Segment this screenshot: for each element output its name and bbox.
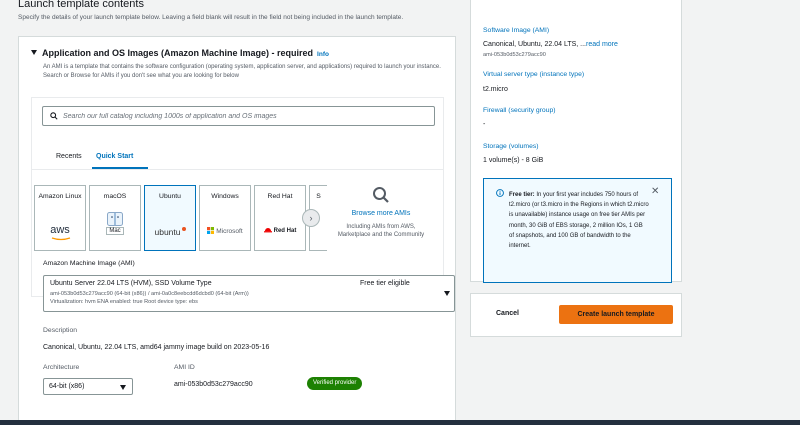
bottom-bar: [0, 420, 800, 425]
ami-catalog-box: Recents Quick Start Amazon Linux aws mac…: [31, 97, 444, 297]
caret-down-icon: [444, 291, 450, 296]
ami-id-label: AMI ID: [174, 364, 195, 371]
carousel-next-button[interactable]: ›: [302, 209, 320, 227]
browse-more-amis[interactable]: Browse more AMIs Including AMIs from AWS…: [337, 186, 425, 239]
ami-section-title: Application and OS Images (Amazon Machin…: [42, 48, 314, 58]
os-card-label: S: [316, 193, 321, 200]
software-image-id: ami-053b0d53c279acc90: [483, 52, 546, 58]
ami-search-box[interactable]: [42, 106, 435, 126]
ami-section-panel: Application and OS Images (Amazon Machin…: [18, 36, 456, 425]
storage-label[interactable]: Storage (volumes): [483, 143, 539, 150]
firewall-value: -: [483, 121, 486, 128]
os-card-ubuntu[interactable]: Ubuntu ubuntu: [144, 185, 196, 251]
free-tier-alert: Free tier: In your first year includes 7…: [483, 178, 672, 283]
ami-search-input[interactable]: [63, 110, 423, 123]
os-card-macos[interactable]: macOS Mac: [89, 185, 141, 251]
ubuntu-logo-icon: ubuntu: [145, 227, 195, 237]
architecture-value: 64-bit (x86): [49, 383, 85, 390]
description-label: Description: [43, 327, 77, 334]
page-subtitle: Specify the details of your launch templ…: [18, 14, 404, 21]
redhat-logo-icon: Red Hat: [255, 227, 305, 234]
instance-type-value: t2.micro: [483, 86, 508, 93]
tab-quick-start[interactable]: Quick Start: [96, 153, 133, 160]
caret-down-icon[interactable]: [31, 50, 37, 55]
page-title: Launch template contents: [18, 0, 144, 10]
tab-divider: [32, 169, 443, 170]
os-card-label: macOS: [103, 193, 127, 200]
os-card-label: Windows: [211, 193, 239, 200]
os-card-label: Amazon Linux: [38, 193, 82, 200]
os-card-amazon-linux[interactable]: Amazon Linux aws: [34, 185, 86, 251]
ami-select-name: Ubuntu Server 22.04 LTS (HVM), SSD Volum…: [50, 280, 212, 287]
os-card-label: Red Hat: [267, 193, 293, 200]
search-icon: [373, 187, 389, 203]
close-icon[interactable]: ✕: [651, 186, 659, 197]
cancel-button[interactable]: Cancel: [496, 310, 519, 317]
verified-provider-badge: Verified provider: [307, 377, 363, 390]
firewall-label[interactable]: Firewall (security group): [483, 107, 556, 114]
mac-finder-icon: Mac: [90, 212, 140, 235]
ami-select-label: Amazon Machine Image (AMI): [43, 260, 135, 267]
browse-more-description: Including AMIs from AWS, Marketplace and…: [337, 224, 425, 238]
software-image-label: Software Image (AMI): [483, 27, 550, 34]
os-card-windows[interactable]: Windows Microsoft: [199, 185, 251, 251]
os-card-label: Ubuntu: [159, 193, 181, 200]
software-image-value: Canonical, Ubuntu, 22.04 LTS, ...read mo…: [483, 41, 618, 48]
instance-type-label[interactable]: Virtual server type (instance type): [483, 71, 584, 78]
browse-more-amis-link[interactable]: Browse more AMIs: [337, 210, 425, 217]
architecture-label: Architecture: [43, 364, 80, 371]
free-tier-text: Free tier: In your first year includes 7…: [509, 192, 649, 250]
action-panel: Cancel Create launch template: [470, 293, 682, 337]
storage-value: 1 volume(s) - 8 GiB: [483, 157, 544, 164]
tab-recents[interactable]: Recents: [56, 153, 82, 160]
info-link[interactable]: Info: [317, 51, 329, 58]
ami-select-attributes: Virtualization: hvm ENA enabled: true Ro…: [50, 299, 198, 305]
architecture-select[interactable]: 64-bit (x86): [43, 378, 133, 395]
description-value: Canonical, Ubuntu, 22.04 LTS, amd64 jamm…: [43, 344, 270, 351]
free-tier-eligible-badge: Free tier eligible: [360, 280, 410, 287]
chevron-right-icon: ›: [309, 213, 313, 223]
caret-down-icon: [120, 385, 126, 390]
info-icon: [496, 189, 504, 197]
search-icon: [50, 112, 58, 120]
os-card-red-hat[interactable]: Red Hat Red Hat: [254, 185, 306, 251]
microsoft-logo-icon: Microsoft: [200, 227, 250, 235]
aws-logo-icon: aws: [35, 224, 85, 241]
summary-panel: Software Image (AMI) Canonical, Ubuntu, …: [470, 0, 682, 283]
ami-section-heading[interactable]: Application and OS Images (Amazon Machin…: [31, 48, 329, 58]
create-launch-template-button[interactable]: Create launch template: [559, 305, 673, 324]
ami-section-description: An AMI is a template that contains the s…: [43, 64, 441, 79]
read-more-link[interactable]: read more: [586, 41, 618, 48]
ami-select-dropdown[interactable]: Ubuntu Server 22.04 LTS (HVM), SSD Volum…: [43, 275, 455, 312]
ami-id-value: ami-053b0d53c279acc90: [174, 381, 253, 388]
ami-select-ids: ami-053b0d53c279acc90 (64-bit (x86)) / a…: [50, 291, 249, 297]
